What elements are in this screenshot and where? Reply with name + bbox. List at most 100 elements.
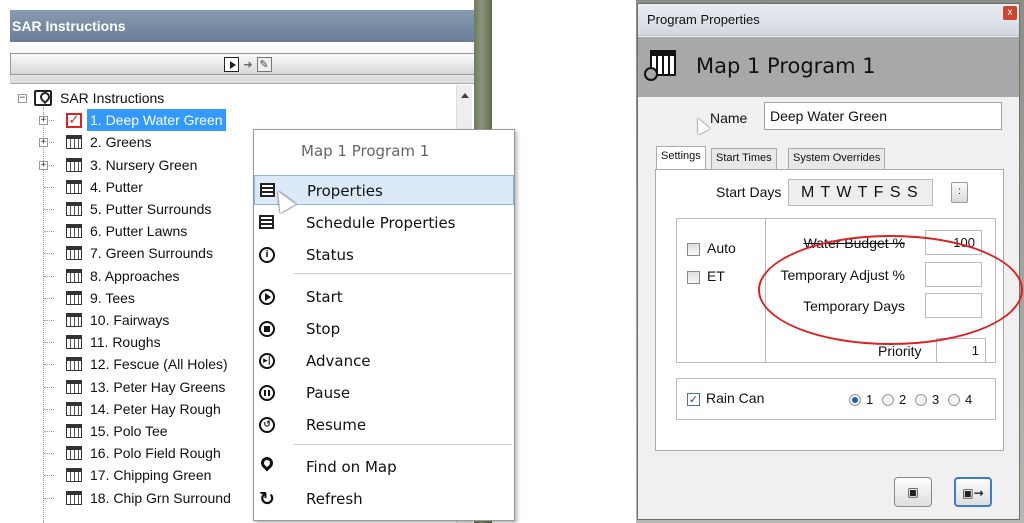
tree-connector bbox=[44, 186, 54, 188]
rain-option-label: 2 bbox=[899, 392, 907, 407]
resume-icon: ↺ bbox=[259, 417, 275, 433]
schedule-properties-icon bbox=[259, 215, 274, 229]
menu-item-label: Start bbox=[306, 288, 343, 306]
menu-divider bbox=[294, 273, 512, 274]
menu-item-refresh[interactable]: ↻ Refresh bbox=[254, 484, 514, 514]
tree-item-label: 4. Putter bbox=[90, 178, 143, 195]
rain-option-label: 4 bbox=[965, 392, 973, 407]
menu-item-label: Schedule Properties bbox=[306, 214, 456, 232]
expand-icon[interactable]: + bbox=[39, 116, 48, 126]
menu-item-label: Find on Map bbox=[306, 458, 397, 476]
tree-item-label: 12. Fescue (All Holes) bbox=[90, 356, 228, 373]
map-pin-icon bbox=[258, 454, 276, 472]
menu-item-label: Advance bbox=[306, 352, 371, 370]
menu-item-stop[interactable]: Stop bbox=[254, 314, 514, 344]
tree-connector bbox=[44, 275, 54, 277]
tree-item-label: 15. Polo Tee bbox=[90, 423, 168, 439]
priority-input[interactable]: 1 bbox=[936, 338, 986, 363]
tree-item-label: 17. Chipping Green bbox=[90, 467, 212, 484]
tree-connector bbox=[44, 231, 54, 233]
tree-connector bbox=[44, 497, 54, 499]
menu-item-label: Properties bbox=[307, 182, 383, 200]
arrow-right-icon: ➜ bbox=[243, 57, 253, 71]
panel-title: SAR Instructions bbox=[10, 10, 486, 42]
tree-item-label: 14. Peter Hay Rough bbox=[90, 400, 221, 417]
tree-root[interactable]: − SAR Instructions bbox=[10, 87, 450, 109]
priority-label: Priority bbox=[878, 343, 922, 359]
save-button[interactable]: ▣ bbox=[894, 477, 932, 507]
program-calendar-icon bbox=[66, 335, 82, 350]
program-calendar-icon bbox=[66, 135, 82, 150]
menu-item-pause[interactable]: Pause bbox=[254, 378, 514, 408]
et-label: ET bbox=[707, 268, 725, 284]
start-icon bbox=[259, 289, 275, 305]
start-days-picker-button[interactable]: : bbox=[951, 182, 968, 203]
tab-system-overrides[interactable]: System Overrides bbox=[788, 148, 886, 169]
menu-item-label: Resume bbox=[306, 416, 367, 434]
tree-item-label: 8. Approaches bbox=[90, 267, 180, 284]
et-checkbox[interactable] bbox=[687, 271, 700, 284]
menu-divider bbox=[294, 444, 512, 445]
mouse-cursor-icon bbox=[691, 115, 711, 135]
expand-icon[interactable]: + bbox=[39, 160, 48, 170]
tree-item-label: 9. Tees bbox=[90, 289, 135, 306]
tree-item-label: 3. Nursery Green bbox=[90, 156, 198, 173]
tree-connector bbox=[44, 209, 54, 210]
scroll-up-icon[interactable] bbox=[461, 93, 469, 98]
program-calendar-icon bbox=[66, 490, 82, 505]
collapse-icon[interactable]: − bbox=[18, 94, 27, 103]
rain-can-checkbox[interactable]: ✓ bbox=[687, 393, 700, 406]
tree-root-label: SAR Instructions bbox=[60, 90, 165, 106]
active-check-icon: ✓ bbox=[66, 113, 82, 129]
map-instructions-icon bbox=[34, 90, 52, 106]
rain-option-4-radio[interactable] bbox=[948, 394, 960, 406]
tree-item-label: 13. Peter Hay Greens bbox=[90, 378, 226, 395]
pause-icon bbox=[259, 385, 275, 401]
program-title: Map 1 Program 1 bbox=[696, 54, 876, 78]
edit-icon: ✎ bbox=[256, 56, 272, 72]
tree-item-label: 16. Polo Field Rough bbox=[90, 445, 221, 462]
close-icon[interactable]: x bbox=[1003, 6, 1017, 20]
menu-item-status[interactable]: i Status bbox=[254, 240, 514, 270]
tab-settings[interactable]: Settings bbox=[656, 146, 706, 170]
tree-connector bbox=[44, 431, 54, 432]
tree-connector bbox=[44, 320, 54, 321]
program-calendar-icon bbox=[66, 424, 82, 438]
tree-item[interactable]: + ✓ 1. Deep Water Green bbox=[10, 109, 450, 132]
rain-option-label: 3 bbox=[932, 392, 940, 407]
dialog-title: Program Properties bbox=[647, 12, 760, 27]
auto-label: Auto bbox=[707, 240, 736, 256]
program-calendar-icon bbox=[66, 401, 82, 416]
menu-item-label: Refresh bbox=[306, 490, 363, 508]
start-days-label: Start Days bbox=[716, 184, 782, 200]
clock-icon bbox=[644, 67, 658, 81]
rain-option-1-radio[interactable] bbox=[849, 394, 861, 406]
menu-item-start[interactable]: Start bbox=[254, 282, 514, 312]
save-and-close-button[interactable]: ▣→ bbox=[954, 477, 992, 507]
tree-connector bbox=[44, 297, 54, 299]
start-days-field[interactable]: M T W T F S S bbox=[788, 179, 933, 206]
run-edit-toolbar-button[interactable]: ➜ ✎ bbox=[10, 53, 486, 75]
name-field[interactable]: Deep Water Green bbox=[764, 102, 1002, 130]
menu-item-schedule-properties[interactable]: Schedule Properties bbox=[254, 208, 514, 238]
menu-item-resume[interactable]: ↺ Resume bbox=[254, 410, 514, 440]
menu-item-label: Stop bbox=[306, 320, 341, 338]
tree-connector bbox=[44, 453, 54, 455]
refresh-icon: ↻ bbox=[259, 488, 275, 510]
dialog-titlebar: Program Properties x bbox=[638, 4, 1019, 36]
tab-start-times[interactable]: Start Times bbox=[711, 148, 777, 169]
expand-icon[interactable]: + bbox=[39, 138, 48, 148]
rain-can-group: ✓ Rain Can 1 2 3 4 bbox=[676, 378, 996, 420]
program-calendar-icon bbox=[66, 246, 82, 261]
program-calendar-icon bbox=[66, 379, 82, 394]
menu-item-advance[interactable]: ▸| Advance bbox=[254, 346, 514, 376]
menu-item-find-on-map[interactable]: Find on Map bbox=[254, 452, 514, 482]
name-label: Name bbox=[710, 110, 748, 126]
auto-checkbox[interactable] bbox=[687, 243, 700, 256]
tree-connector bbox=[44, 342, 54, 344]
menu-item-label: Status bbox=[306, 246, 354, 264]
tree-item-label: 7. Green Surrounds bbox=[90, 245, 213, 262]
rain-option-2-radio[interactable] bbox=[882, 394, 894, 406]
rain-option-3-radio[interactable] bbox=[915, 394, 927, 406]
tree-item-label: 6. Putter Lawns bbox=[90, 223, 188, 240]
